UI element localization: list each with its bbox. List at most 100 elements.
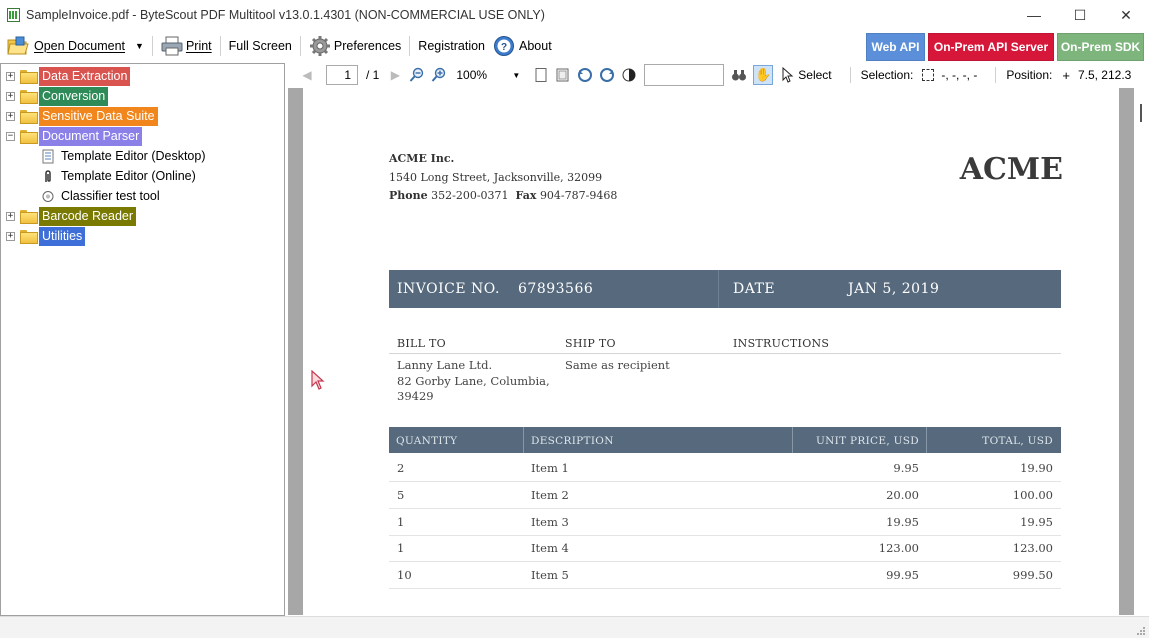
folder-icon [19,209,38,224]
hand-tool-icon[interactable]: ✋ [753,65,774,85]
title-bar: SampleInvoice.pdf - ByteScout PDF Multit… [0,0,1149,30]
expand-icon[interactable]: + [6,211,15,221]
invoice-no-value: 67893566 [518,281,594,297]
search-input[interactable] [644,64,725,86]
resize-grip-icon[interactable] [1136,626,1146,636]
tree-item-template-editor-online[interactable]: Template Editor (Online) [41,166,196,186]
tree-item-template-editor-desktop[interactable]: Template Editor (Desktop) [41,146,206,166]
about-button[interactable]: ? About [489,32,556,60]
chevron-down-icon[interactable]: ▼ [512,71,520,80]
total-cell: 19.90 [1020,461,1053,475]
on-prem-sdk-button[interactable]: On-Prem SDK [1057,33,1144,61]
bill-to-line: 39429 [397,389,434,403]
next-page-icon[interactable]: ▶ [387,67,403,83]
zoom-level[interactable]: 100% [456,68,512,82]
tree-item-sensitive-data-suite[interactable]: + Sensitive Data Suite [1,106,158,126]
ship-to-value: Same as recipient [565,358,670,372]
bill-to-line: 82 Gorby Lane, Columbia, [397,373,550,388]
expand-icon[interactable]: + [6,111,15,121]
table-row: 1 Item 4 123.00 123.00 [389,535,1061,562]
toolbar-separator [151,36,153,56]
quantity-cell: 2 [397,461,405,475]
select-tool-label[interactable]: Select [798,68,831,82]
chevron-down-icon[interactable]: ▼ [135,41,144,51]
scrollbar-thumb[interactable] [1140,104,1142,122]
tree-item-label: Document Parser [39,126,143,146]
expand-icon[interactable]: + [6,91,15,101]
document-viewport[interactable]: ACME Inc. 1540 Long Street, Jacksonville… [288,88,1134,615]
printer-icon [161,36,183,56]
paperclip-icon [45,169,51,182]
column-header: UNIT PRICE, USD [816,435,919,447]
toolbar-separator [995,67,997,83]
on-prem-api-server-button[interactable]: On-Prem API Server [928,33,1054,61]
column-header: QUANTITY [396,435,458,447]
zoom-in-icon[interactable] [431,67,447,83]
folder-icon [19,89,38,104]
two-page-icon[interactable] [555,67,571,83]
minimize-button[interactable]: — [1011,0,1057,30]
total-cell: 999.50 [1012,568,1053,582]
date-value: JAN 5, 2019 [848,281,940,297]
maximize-button[interactable]: ☐ [1057,0,1103,30]
expand-icon[interactable]: + [6,231,15,241]
quantity-cell: 10 [397,568,412,582]
column-divider [926,427,927,453]
company-address: 1540 Long Street, Jacksonville, 32099 [389,170,603,184]
mouse-cursor-icon [311,370,325,390]
app-icon [7,8,20,22]
page-number-input[interactable]: 1 [326,65,358,85]
description-cell: Item 2 [531,488,569,502]
column-header: TOTAL, USD [982,435,1053,447]
pdf-page: ACME Inc. 1540 Long Street, Jacksonville… [303,88,1119,615]
web-api-button[interactable]: Web API [866,33,925,61]
full-screen-button[interactable]: Full Screen [225,32,296,60]
tree-item-label: Template Editor (Desktop) [61,149,206,163]
tree-item-barcode-reader[interactable]: + Barcode Reader [1,206,137,226]
window-title: SampleInvoice.pdf - ByteScout PDF Multit… [26,8,545,22]
rotate-left-icon[interactable] [577,67,593,83]
tree-item-data-extraction[interactable]: + Data Extraction [1,66,131,86]
band-divider [718,270,719,308]
tree-item-utilities[interactable]: + Utilities [1,226,86,246]
pdf-toolbar: ◀ 1 / 1 ▶ 100% ▼ ✋ Select Selection: -, … [290,63,1149,87]
description-cell: Item 1 [531,461,569,475]
phone-value: 352-200-0371 [431,189,509,202]
description-cell: Item 4 [531,541,569,555]
vertical-scrollbar[interactable] [1134,88,1149,615]
unit-price-cell: 9.95 [893,461,919,475]
svg-text:?: ? [501,42,507,53]
close-button[interactable]: ✕ [1103,0,1149,30]
rotate-right-icon[interactable] [599,67,615,83]
unit-price-cell: 20.00 [886,488,919,502]
window-controls: — ☐ ✕ [1011,0,1149,30]
unit-price-cell: 99.95 [886,568,919,582]
tree-item-label: Sensitive Data Suite [39,106,158,126]
contrast-icon[interactable] [621,67,637,83]
previous-page-icon[interactable]: ◀ [299,67,315,83]
cursor-arrow-icon[interactable] [779,67,795,83]
description-cell: Item 3 [531,515,569,529]
zoom-out-icon[interactable] [409,67,425,83]
registration-button[interactable]: Registration [414,32,489,60]
selection-label: Selection: [860,68,914,82]
page-total: / 1 [366,68,380,82]
tools-tree: + Data Extraction + Conversion + Sensiti… [0,63,285,616]
column-divider [523,427,524,453]
preferences-button[interactable]: Preferences [305,32,405,60]
collapse-icon[interactable]: − [6,131,15,141]
status-bar [0,616,1149,638]
expand-icon[interactable]: + [6,71,15,81]
open-document-button[interactable]: Open Document ▼ [2,32,148,60]
company-contacts: Phone 352-200-0371 Fax 904-787-9468 [389,187,617,206]
tree-item-classifier-test-tool[interactable]: Classifier test tool [41,186,160,206]
selection-value: -, -, -, - [941,68,978,82]
selection-rectangle-icon [922,69,935,81]
single-page-icon[interactable] [533,67,549,83]
print-button[interactable]: Print [157,32,216,60]
tree-item-document-parser[interactable]: − Document Parser [1,126,143,146]
tree-item-conversion[interactable]: + Conversion [1,86,109,106]
binoculars-icon[interactable] [731,67,747,83]
quantity-cell: 5 [397,488,405,502]
table-row: 10 Item 5 99.95 999.50 [389,562,1061,589]
